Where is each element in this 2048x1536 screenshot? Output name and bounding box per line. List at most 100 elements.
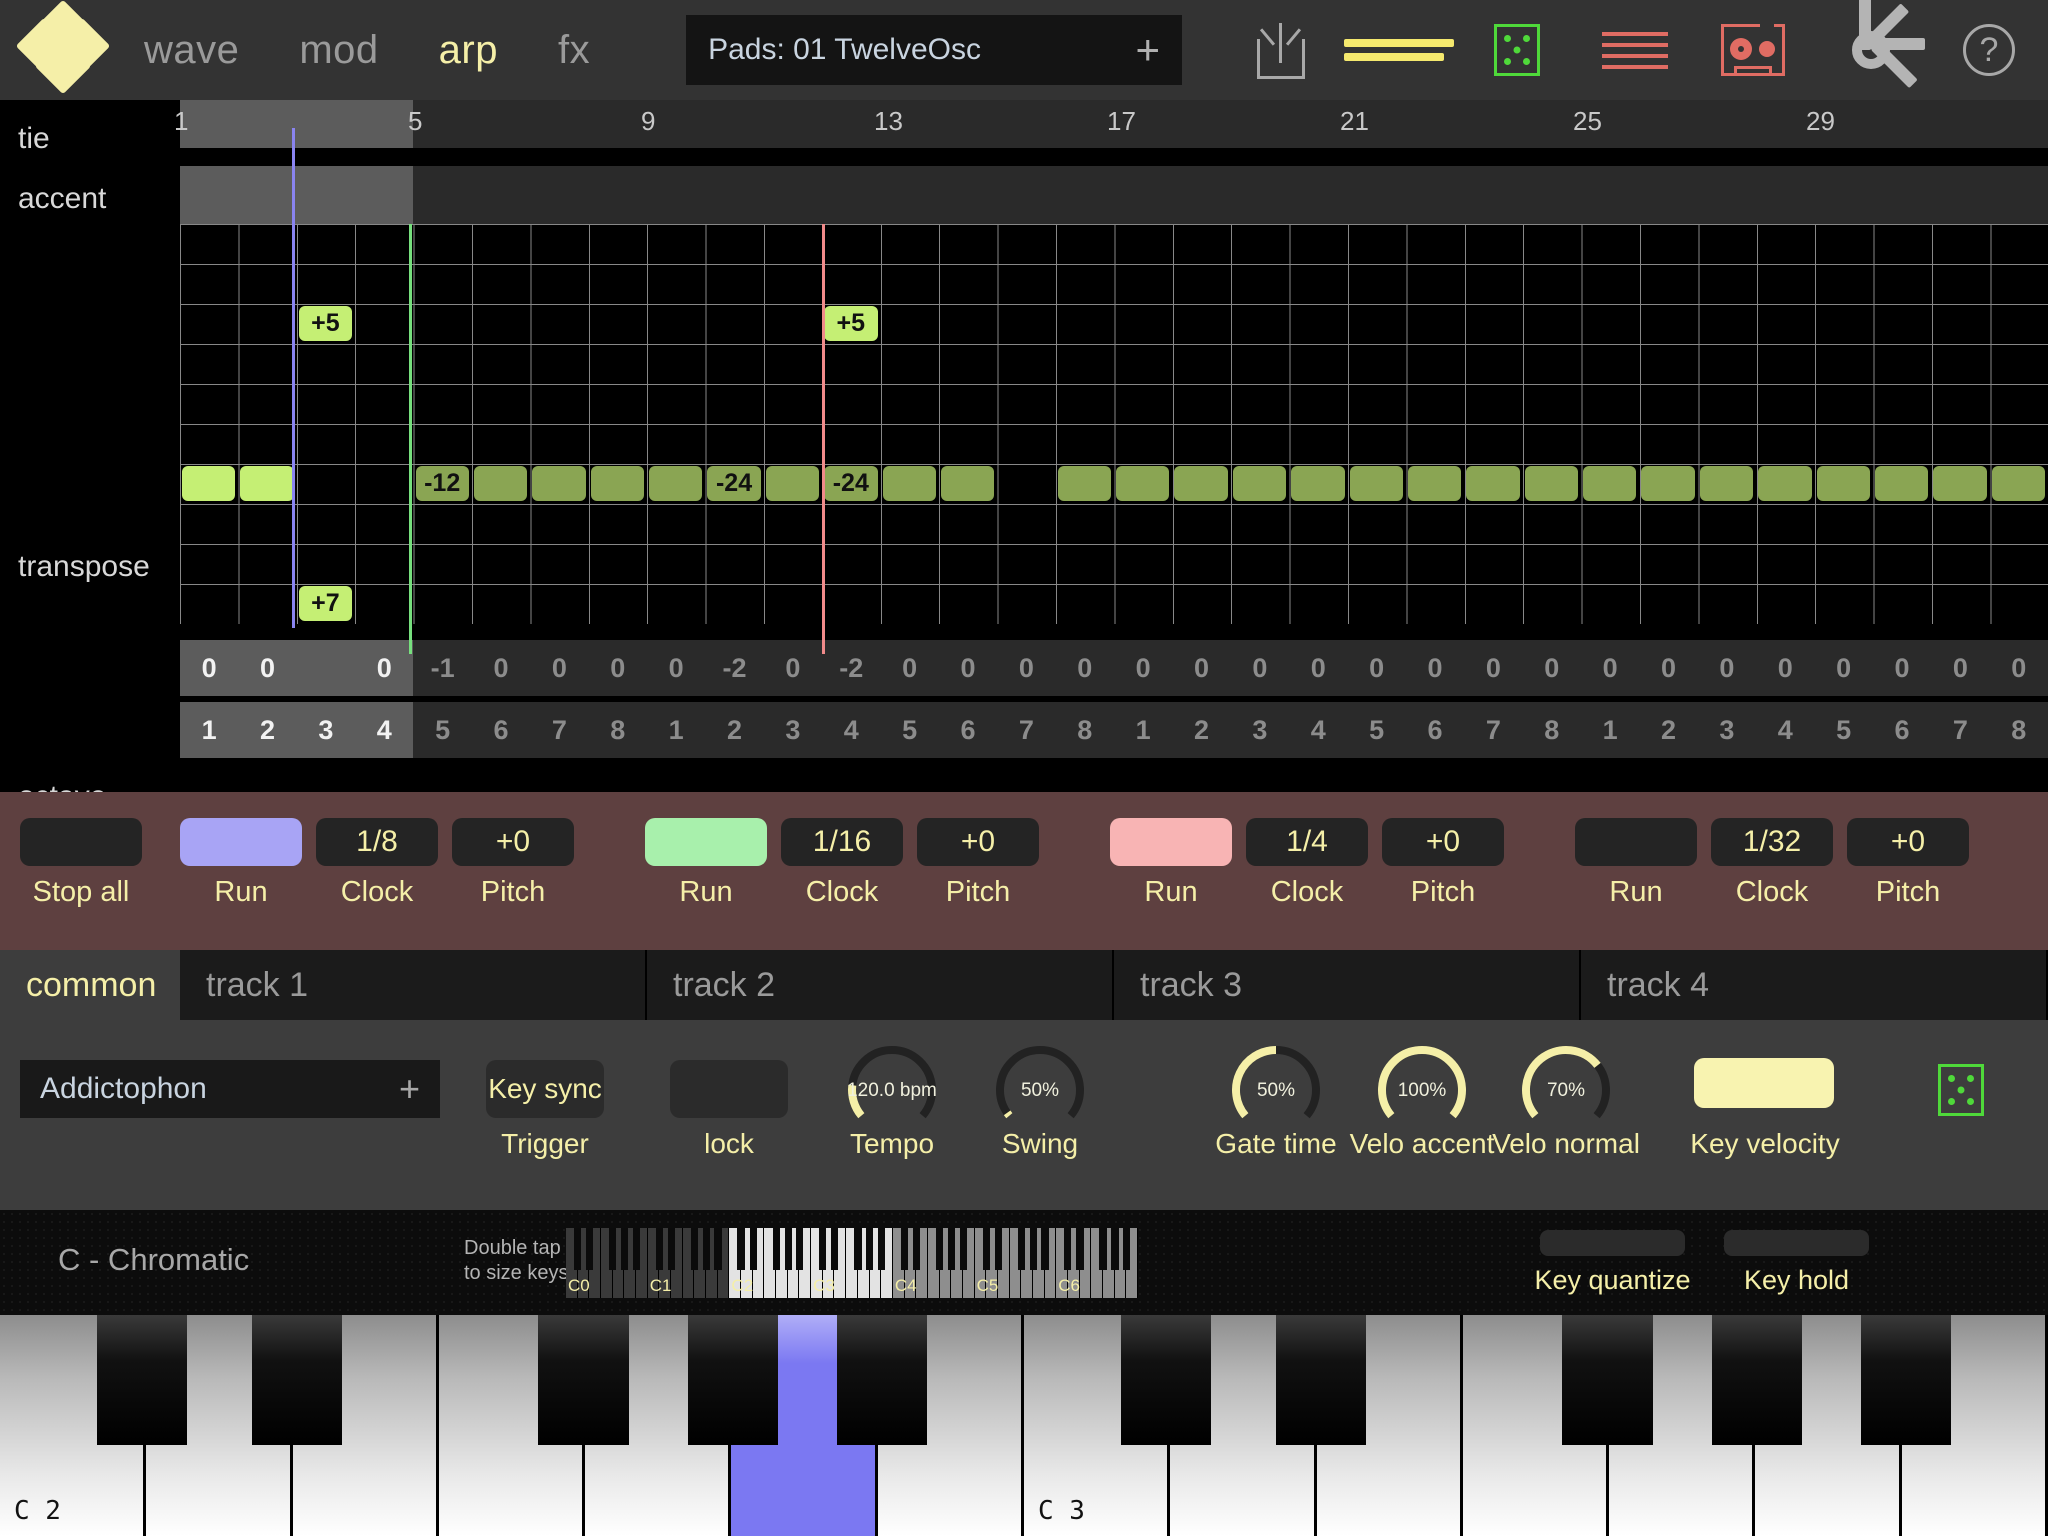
mini-key-black[interactable] bbox=[831, 1228, 839, 1270]
key-no-cell[interactable]: 7 bbox=[997, 702, 1055, 758]
track-3-pitch[interactable]: +0 Pitch bbox=[1382, 818, 1504, 909]
piano-black-key[interactable] bbox=[1860, 1315, 1952, 1445]
sequencer-note[interactable] bbox=[473, 466, 528, 501]
octave-cell[interactable]: -1 bbox=[414, 640, 472, 696]
track-2-clock[interactable]: 1/16 Clock bbox=[781, 818, 903, 909]
mini-key-black[interactable] bbox=[737, 1228, 745, 1270]
mini-key-black[interactable] bbox=[1017, 1228, 1025, 1270]
octave-cell[interactable]: -2 bbox=[705, 640, 763, 696]
tie-row[interactable] bbox=[180, 148, 2048, 166]
track-1-pitch-value[interactable]: +0 bbox=[452, 818, 574, 866]
common-dice-icon[interactable] bbox=[1938, 1064, 1984, 1116]
swing-knob[interactable]: 50% bbox=[992, 1042, 1088, 1138]
mini-key-black[interactable] bbox=[784, 1228, 792, 1270]
mini-key-black[interactable] bbox=[1123, 1228, 1131, 1270]
pitch-grid[interactable]: +5 +5 +7 -12 -24 -24 bbox=[180, 224, 2048, 624]
key-no-cell[interactable]: 2 bbox=[1172, 702, 1230, 758]
mini-key-black[interactable] bbox=[900, 1228, 909, 1270]
key-no-cell[interactable]: 6 bbox=[939, 702, 997, 758]
track-2-pitch[interactable]: +0 Pitch bbox=[917, 818, 1039, 909]
mini-key-black[interactable] bbox=[749, 1228, 757, 1270]
nav-tab-mod[interactable]: mod bbox=[269, 0, 408, 100]
key-quantize-button[interactable] bbox=[1540, 1230, 1685, 1256]
sequencer-note[interactable]: +5 bbox=[824, 306, 878, 341]
octave-cell[interactable]: 0 bbox=[939, 640, 997, 696]
nav-tab-fx[interactable]: fx bbox=[528, 0, 620, 100]
arp-preset-add-button[interactable]: + bbox=[399, 1068, 420, 1110]
mini-key-black[interactable] bbox=[655, 1228, 663, 1270]
sequencer-note[interactable] bbox=[1583, 466, 1637, 501]
nav-tab-arp[interactable]: arp bbox=[409, 0, 528, 100]
sequencer-note[interactable] bbox=[1466, 466, 1520, 501]
key-no-row[interactable]: 12345678123456781234567812345678 bbox=[180, 702, 2048, 758]
accent-row[interactable] bbox=[180, 166, 2048, 224]
mini-key-black[interactable] bbox=[936, 1228, 944, 1270]
mini-key-black[interactable] bbox=[573, 1228, 582, 1270]
mini-key-black[interactable] bbox=[1076, 1228, 1084, 1270]
octave-cell[interactable]: 0 bbox=[1873, 640, 1931, 696]
octave-cell[interactable] bbox=[297, 640, 355, 696]
key-no-cell[interactable]: 6 bbox=[472, 702, 530, 758]
octave-cell[interactable]: 0 bbox=[1172, 640, 1230, 696]
piano-black-key[interactable] bbox=[687, 1315, 779, 1445]
mini-key-black[interactable] bbox=[586, 1228, 594, 1270]
key-no-cell[interactable]: 1 bbox=[180, 702, 238, 758]
green-dice-icon[interactable] bbox=[1458, 0, 1576, 100]
key-no-cell[interactable]: 3 bbox=[1698, 702, 1756, 758]
octave-cell[interactable]: 0 bbox=[1464, 640, 1522, 696]
tab-track-4[interactable]: track 4 bbox=[1581, 950, 2048, 1020]
sequencer-note[interactable] bbox=[940, 466, 995, 501]
sequencer-note[interactable] bbox=[1174, 466, 1228, 501]
track-1-clock[interactable]: 1/8 Clock bbox=[316, 818, 438, 909]
mini-key-black[interactable] bbox=[866, 1228, 874, 1270]
key-no-cell[interactable]: 7 bbox=[1464, 702, 1522, 758]
track-2-clock-value[interactable]: 1/16 bbox=[781, 818, 903, 866]
mini-key-black[interactable] bbox=[1064, 1228, 1072, 1270]
sequencer-note[interactable] bbox=[532, 466, 586, 501]
key-no-cell[interactable]: 4 bbox=[1289, 702, 1347, 758]
key-no-cell[interactable]: 1 bbox=[647, 702, 705, 758]
sequencer-note[interactable] bbox=[765, 466, 820, 501]
octave-cell[interactable]: 0 bbox=[1231, 640, 1289, 696]
mini-key-black[interactable] bbox=[1099, 1228, 1107, 1270]
mini-key-black[interactable] bbox=[1111, 1228, 1119, 1270]
octave-cell[interactable]: 0 bbox=[1406, 640, 1464, 696]
octave-row[interactable]: 0 0 0 -1 0 0 0 0 -2 0 -2 0 0 0 0 0 0 0 0 0 0 0 0 0 0 0 0 0 0 0 0 bbox=[180, 640, 2048, 696]
velo-accent-knob[interactable]: 100% bbox=[1374, 1042, 1470, 1138]
octave-cell[interactable]: 0 bbox=[1756, 640, 1814, 696]
mini-key-black[interactable] bbox=[854, 1228, 862, 1270]
mini-key-black[interactable] bbox=[796, 1228, 804, 1270]
mini-key-black[interactable] bbox=[912, 1228, 921, 1270]
key-no-cell[interactable]: 5 bbox=[1348, 702, 1406, 758]
track-1-pitch[interactable]: +0 Pitch bbox=[452, 818, 574, 909]
key-no-cell[interactable]: 2 bbox=[238, 702, 296, 758]
share-icon[interactable] bbox=[1222, 0, 1340, 100]
piano-black-key[interactable] bbox=[1562, 1315, 1654, 1445]
track-4-run-button[interactable] bbox=[1575, 818, 1697, 866]
octave-cell[interactable]: 0 bbox=[180, 640, 238, 696]
octave-cell[interactable]: 0 bbox=[530, 640, 588, 696]
key-no-cell[interactable]: 3 bbox=[297, 702, 355, 758]
mini-key-black[interactable] bbox=[772, 1228, 780, 1270]
sequencer-note[interactable] bbox=[1874, 466, 1929, 501]
red-menu-icon[interactable] bbox=[1576, 0, 1694, 100]
track-3-clock[interactable]: 1/4 Clock bbox=[1246, 818, 1368, 909]
mini-key-black[interactable] bbox=[982, 1228, 990, 1270]
sequencer-note[interactable] bbox=[1349, 466, 1403, 501]
key-no-cell[interactable]: 6 bbox=[1406, 702, 1464, 758]
track-1-run[interactable]: Run bbox=[180, 818, 302, 909]
key-velocity-button[interactable] bbox=[1694, 1058, 1834, 1108]
piano-black-key[interactable] bbox=[1120, 1315, 1212, 1445]
preset-selector[interactable]: Pads: 01 TwelveOsc + bbox=[686, 15, 1182, 85]
key-no-cell[interactable]: 2 bbox=[1639, 702, 1697, 758]
key-no-cell[interactable]: 5 bbox=[1815, 702, 1873, 758]
arp-preset-selector[interactable]: Addictophon + bbox=[20, 1060, 440, 1118]
octave-cell[interactable]: 0 bbox=[647, 640, 705, 696]
tab-track-2[interactable]: track 2 bbox=[647, 950, 1114, 1020]
piano-black-key[interactable] bbox=[538, 1315, 630, 1445]
key-no-cell[interactable]: 7 bbox=[1931, 702, 1989, 758]
track-3-run[interactable]: Run bbox=[1110, 818, 1232, 909]
mini-key-black[interactable] bbox=[690, 1228, 699, 1270]
octave-cell[interactable]: 0 bbox=[1289, 640, 1347, 696]
track-4-run[interactable]: Run bbox=[1575, 818, 1697, 909]
